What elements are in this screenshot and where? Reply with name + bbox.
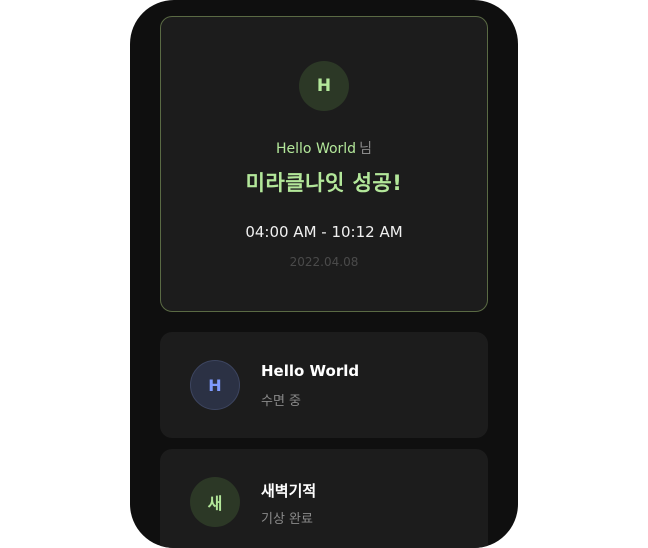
user-avatar: H bbox=[299, 61, 349, 111]
user-greeting: Hello World 님 bbox=[161, 138, 487, 158]
user-name: Hello World bbox=[276, 141, 357, 157]
friend-card[interactable]: H Hello World 수면 중 bbox=[160, 332, 488, 438]
friend-card[interactable]: 새 새벽기적 기상 완료 bbox=[160, 449, 488, 548]
honorific-suffix: 님 bbox=[359, 141, 372, 157]
friend-status: 기상 완료 bbox=[261, 512, 313, 527]
success-title: 미라클나잇 성공! bbox=[245, 171, 403, 195]
friend-name: 새벽기적 bbox=[261, 482, 317, 500]
friend-avatar: H bbox=[190, 360, 240, 410]
friend-status: 수면 중 bbox=[261, 394, 302, 409]
success-card[interactable]: H Hello World 님 미라클나잇 성공! 04:00 AM - 10:1… bbox=[160, 16, 488, 312]
friend-name: Hello World bbox=[261, 362, 360, 380]
friend-avatar: 새 bbox=[190, 477, 240, 527]
phone-screen: H Hello World 님 미라클나잇 성공! 04:00 AM - 10:1… bbox=[130, 0, 518, 548]
record-date: 2022.04.08 bbox=[289, 255, 359, 269]
time-range: 04:00 AM - 10:12 AM bbox=[245, 223, 403, 241]
